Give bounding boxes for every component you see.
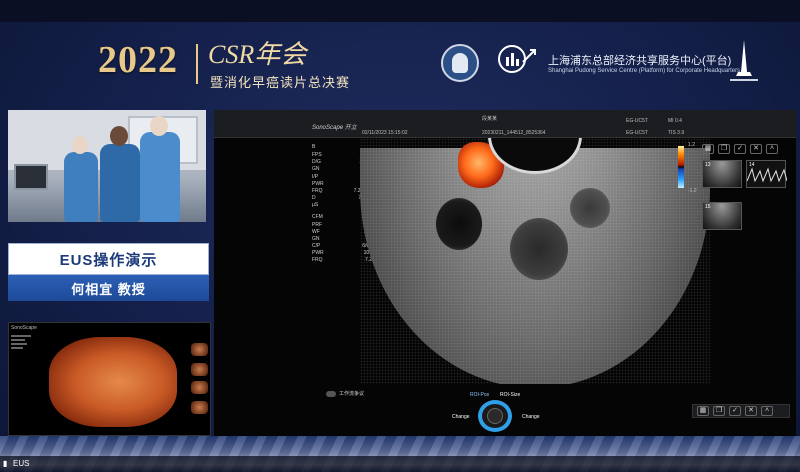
endoscope-image <box>49 337 177 427</box>
signal-icon: ▮ <box>3 459 8 468</box>
endoscope-thumbnail[interactable] <box>191 363 208 376</box>
doppler-color-scale <box>678 146 684 188</box>
probe-model: EG-UC5T <box>626 118 648 124</box>
delete-icon[interactable]: ✕ <box>745 406 757 416</box>
society-logo-icon <box>441 44 479 82</box>
parameter-key: μS <box>312 202 319 209</box>
operator-camera-feed <box>8 110 206 222</box>
patient-name: 段某某 <box>482 116 498 122</box>
ultrasound-image[interactable] <box>360 138 710 384</box>
tower-logo-icon <box>730 40 758 81</box>
mechanical-index: MI 0.4 <box>668 118 682 124</box>
parameter-key: FRQ <box>312 187 323 194</box>
trackball-knob[interactable] <box>472 400 518 432</box>
copy-icon[interactable]: ❐ <box>713 406 725 416</box>
presenter-name: 何相宜 教授 <box>8 275 209 301</box>
parameter-key: WF <box>312 228 320 235</box>
roi-size-label[interactable]: ROI-Size <box>500 392 520 398</box>
parameter-key: PWR <box>312 250 324 257</box>
endoscope-thumbnail[interactable] <box>191 401 208 414</box>
title-divider <box>196 44 198 84</box>
ultrasound-header: SonoScape 开立 02/11/2023 15:15:02 段某某 202… <box>214 110 796 138</box>
copy-icon[interactable]: ❐ <box>718 144 730 154</box>
event-subtitle: 暨消化早癌读片总决赛 <box>210 75 351 90</box>
parameter-key: GN <box>312 235 320 242</box>
event-year: 2022 <box>98 39 178 81</box>
endoscope-view-panel: SonoScape <box>8 322 211 436</box>
probe-model-secondary: EG-UC5T <box>626 130 648 136</box>
ultrasound-brand: SonoScape 开立 <box>312 125 357 131</box>
change-left-label[interactable]: Change <box>452 414 470 420</box>
parameter-key: FPS <box>312 152 322 158</box>
demo-label: EUS操作演示 <box>8 243 209 275</box>
roi-position-label[interactable]: ROI-Pos <box>470 392 489 398</box>
thumbnail-14[interactable]: 14 <box>746 160 787 188</box>
org-name-en: Shanghai Pudong Service Centre (Platform… <box>548 68 741 74</box>
thermal-index: TIS 3.9 <box>668 130 685 136</box>
change-right-label[interactable]: Change <box>522 414 540 420</box>
scale-top-value: 1.2 <box>688 142 695 148</box>
parameter-key: I/P <box>312 173 319 180</box>
grid-icon[interactable]: ▦ <box>702 144 714 154</box>
parameter-key: GN <box>312 166 320 173</box>
delete-icon[interactable]: ✕ <box>750 144 762 154</box>
event-title: CSR年会 <box>208 40 307 69</box>
workflow-notice: 工作流争议 <box>326 390 364 397</box>
thumbnail-toolbar: ▦ ❐ ✓ ✕ ˄ <box>702 144 790 156</box>
grid-icon[interactable]: ▦ <box>697 406 709 416</box>
scale-bottom-value: -1.2 <box>688 188 697 194</box>
check-icon[interactable]: ✓ <box>729 406 741 416</box>
exam-datetime: 02/11/2023 15:15:02 <box>362 130 408 136</box>
parameter-key: PRF <box>312 221 322 228</box>
endoscope-brand: SonoScape <box>11 325 37 331</box>
parameter-key: D/G <box>312 159 321 166</box>
chevron-up-icon[interactable]: ˄ <box>761 406 773 416</box>
status-label: EUS <box>13 459 30 468</box>
chevron-up-icon[interactable]: ˄ <box>766 144 778 154</box>
thumbnail-15[interactable]: 15 <box>702 202 742 230</box>
status-bar <box>0 456 800 472</box>
ultrasound-screen: SonoScape 开立 02/11/2023 15:15:02 段某某 202… <box>214 110 796 436</box>
waveform-icon <box>747 167 787 183</box>
window-top-bar <box>0 0 800 22</box>
notice-icon <box>326 390 336 397</box>
service-centre-logo-icon <box>498 45 536 73</box>
parameter-key: D <box>312 195 316 202</box>
org-name-cn: 上海浦东总部经济共享服务中心(平台) <box>548 55 732 67</box>
bottom-toolbar: ▦ ❐ ✓ ✕ ˄ <box>692 404 790 418</box>
endoscope-thumbnail[interactable] <box>191 343 208 356</box>
parameter-key: C/P <box>312 243 321 250</box>
thumbnail-13[interactable]: 13 <box>702 160 742 188</box>
check-icon[interactable]: ✓ <box>734 144 746 154</box>
study-id: 20230211_144512_8525364 <box>482 130 546 136</box>
endoscope-thumbnail[interactable] <box>191 381 208 394</box>
parameter-key: PWR <box>312 180 324 187</box>
image-thumbnails: 13 14 15 <box>702 160 790 244</box>
parameter-key: FRQ <box>312 257 323 264</box>
